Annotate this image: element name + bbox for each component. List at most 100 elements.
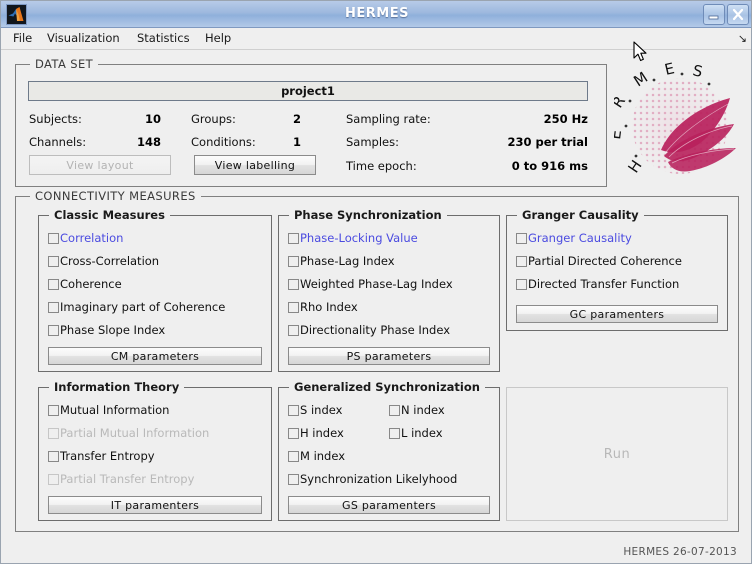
view-layout-button[interactable]: View layout [29, 155, 171, 175]
checkbox-box [288, 427, 299, 439]
menu-item-help[interactable]: Help [203, 31, 233, 45]
ps-parameters-button[interactable]: PS parameters [288, 347, 490, 365]
groups-value: 2 [292, 112, 301, 126]
checkbox-label: Imaginary part of Coherence [60, 300, 226, 314]
view-labelling-button[interactable]: View labelling [194, 155, 316, 175]
checkbox-label: Phase-Lag Index [300, 254, 395, 268]
checkbox-box [389, 404, 400, 416]
checkbox-label: Granger Causality [528, 231, 632, 245]
cm-parameters-button[interactable]: CM parameters [48, 347, 262, 365]
checkbox-granger-causality[interactable]: Granger Causality [516, 231, 632, 245]
logo-letter-m: M [630, 68, 651, 90]
checkbox-box [288, 324, 299, 336]
subjects-label: Subjects: [29, 112, 82, 126]
granger-causality-group: Granger Causality Granger Causality Part… [506, 208, 728, 331]
checkbox-synchronization-likelyhood[interactable]: Synchronization Likelyhood [288, 472, 457, 486]
checkbox-label: Synchronization Likelyhood [300, 472, 458, 486]
checkbox-mutual-information[interactable]: Mutual Information [48, 403, 169, 417]
checkbox-box [288, 473, 299, 485]
version-footer: HERMES 26-07-2013 [623, 546, 737, 558]
logo-letter-e: E [614, 129, 625, 141]
checkbox-box [288, 301, 299, 313]
checkbox-box [288, 450, 299, 462]
checkbox-label: Phase-Locking Value [300, 231, 418, 245]
checkbox-label: Cross-Correlation [60, 254, 160, 268]
checkbox-directed-transfer-function[interactable]: Directed Transfer Function [516, 277, 679, 291]
checkbox-phase-slope-index[interactable]: Phase Slope Index [48, 323, 165, 337]
checkbox-phase-lag-index[interactable]: Phase-Lag Index [288, 254, 395, 268]
checkbox-m-index[interactable]: M index [288, 449, 345, 463]
classic-measures-title: Classic Measures [49, 208, 170, 222]
checkbox-label: S index [300, 403, 343, 417]
checkbox-label: Transfer Entropy [60, 449, 155, 463]
checkbox-box [288, 232, 299, 244]
checkbox-l-index[interactable]: L index [389, 426, 443, 440]
checkbox-label: Partial Directed Coherence [528, 254, 682, 268]
checkbox-label: Mutual Information [60, 403, 170, 417]
checkbox-label: N index [401, 403, 445, 417]
it-parameters-button[interactable]: IT paramenters [48, 496, 262, 514]
checkbox-box [48, 278, 59, 290]
time-epoch-value: 0 to 916 ms [511, 159, 588, 173]
sampling-rate-label: Sampling rate: [346, 112, 431, 126]
checkbox-partial-mutual-information[interactable]: Partial Mutual Information [48, 426, 209, 440]
checkbox-box [48, 255, 59, 267]
checkbox-box [48, 301, 59, 313]
connectivity-panel-title: CONNECTIVITY MEASURES [30, 189, 201, 203]
checkbox-box [48, 324, 59, 336]
connectivity-measures-panel: CONNECTIVITY MEASURES Classic Measures C… [15, 189, 739, 532]
generalized-synchronization-title: Generalized Synchronization [289, 380, 485, 394]
checkbox-box [48, 404, 59, 416]
checkbox-h-index[interactable]: H index [288, 426, 344, 440]
gc-parameters-button[interactable]: GC paramenters [516, 305, 718, 323]
dock-arrow-icon[interactable]: ↘ [738, 32, 747, 45]
project-name-field[interactable]: project1 [28, 81, 588, 101]
checkbox-label: Correlation [60, 231, 124, 245]
checkbox-imaginary-part-of-coherence[interactable]: Imaginary part of Coherence [48, 300, 225, 314]
channels-label: Channels: [29, 135, 87, 149]
hermes-logo: H E R M E S [606, 56, 746, 188]
checkbox-label: Coherence [60, 277, 122, 291]
checkbox-label: Rho Index [300, 300, 358, 314]
checkbox-phase-locking-value[interactable]: Phase-Locking Value [288, 231, 418, 245]
checkbox-rho-index[interactable]: Rho Index [288, 300, 358, 314]
checkbox-directionality-phase-index[interactable]: Directionality Phase Index [288, 323, 450, 337]
checkbox-weighted-phase-lag-index[interactable]: Weighted Phase-Lag Index [288, 277, 453, 291]
classic-measures-group: Classic Measures Correlation Cross-Corre… [38, 208, 272, 372]
checkbox-correlation[interactable]: Correlation [48, 231, 123, 245]
checkbox-n-index[interactable]: N index [389, 403, 445, 417]
menu-bar: File Visualization Statistics Help ↘ [1, 28, 751, 50]
checkbox-partial-transfer-entropy[interactable]: Partial Transfer Entropy [48, 472, 194, 486]
minimize-icon[interactable] [703, 4, 725, 25]
menu-item-visualization[interactable]: Visualization [45, 31, 122, 45]
granger-causality-title: Granger Causality [517, 208, 644, 222]
window-controls [703, 4, 749, 25]
checkbox-partial-directed-coherence[interactable]: Partial Directed Coherence [516, 254, 682, 268]
generalized-synchronization-group: Generalized Synchronization S index H in… [278, 380, 500, 521]
checkbox-label: Partial Mutual Information [60, 426, 210, 440]
run-button[interactable]: Run [506, 387, 728, 521]
phase-synchronization-group: Phase Synchronization Phase-Locking Valu… [278, 208, 500, 372]
data-set-panel: DATA SET project1 Subjects: 10 Channels:… [15, 57, 607, 187]
checkbox-transfer-entropy[interactable]: Transfer Entropy [48, 449, 155, 463]
checkbox-coherence[interactable]: Coherence [48, 277, 122, 291]
checkbox-s-index[interactable]: S index [288, 403, 342, 417]
checkbox-label: Weighted Phase-Lag Index [300, 277, 453, 291]
logo-letter-r: R [614, 93, 629, 112]
checkbox-box [516, 232, 527, 244]
channels-value: 148 [136, 135, 161, 149]
close-icon[interactable] [727, 4, 749, 25]
samples-value: 230 per trial [507, 135, 588, 149]
checkbox-label: M index [300, 449, 346, 463]
gs-parameters-button[interactable]: GS paramenters [288, 496, 490, 514]
checkbox-label: Phase Slope Index [60, 323, 166, 337]
checkbox-label: H index [300, 426, 344, 440]
checkbox-cross-correlation[interactable]: Cross-Correlation [48, 254, 159, 268]
checkbox-box [288, 255, 299, 267]
groups-label: Groups: [191, 112, 236, 126]
conditions-value: 1 [292, 135, 301, 149]
hermes-main-window: HERMES File Visualization Statistics Hel… [0, 0, 752, 564]
menu-item-statistics[interactable]: Statistics [135, 31, 192, 45]
menu-item-file[interactable]: File [11, 31, 34, 45]
checkbox-box [48, 232, 59, 244]
